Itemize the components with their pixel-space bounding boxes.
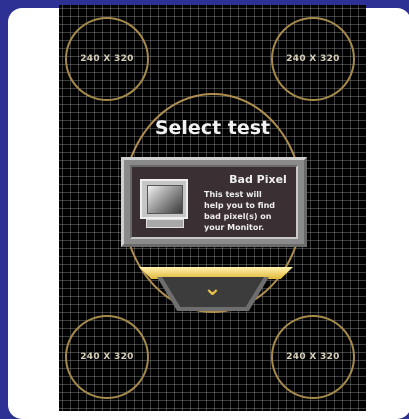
select-test-title: Select test [154,117,271,139]
phone-screen: 240 X 320 240 X 320 240 X 320 240 X 320 … [59,5,366,411]
resolution-label: 240 X 320 [80,54,134,64]
monitor-icon [140,179,188,229]
resolution-label: 240 X 320 [286,54,340,64]
corner-circle-top-right: 240 X 320 [271,17,355,101]
test-option-bad-pixel[interactable]: Bad Pixel This test will help you to fin… [121,157,307,247]
test-option-description: This test will help you to find bad pixe… [204,190,276,232]
corner-circle-top-left: 240 X 320 [65,17,149,101]
chevron-down-icon[interactable]: ⌄ [59,277,366,301]
corner-circle-bottom-right: 240 X 320 [271,315,355,399]
test-option-inner: Bad Pixel This test will help you to fin… [130,165,298,239]
resolution-label: 240 X 320 [80,352,134,362]
test-option-title: Bad Pixel [229,173,287,186]
resolution-label: 240 X 320 [286,352,340,362]
corner-circle-bottom-left: 240 X 320 [65,315,149,399]
